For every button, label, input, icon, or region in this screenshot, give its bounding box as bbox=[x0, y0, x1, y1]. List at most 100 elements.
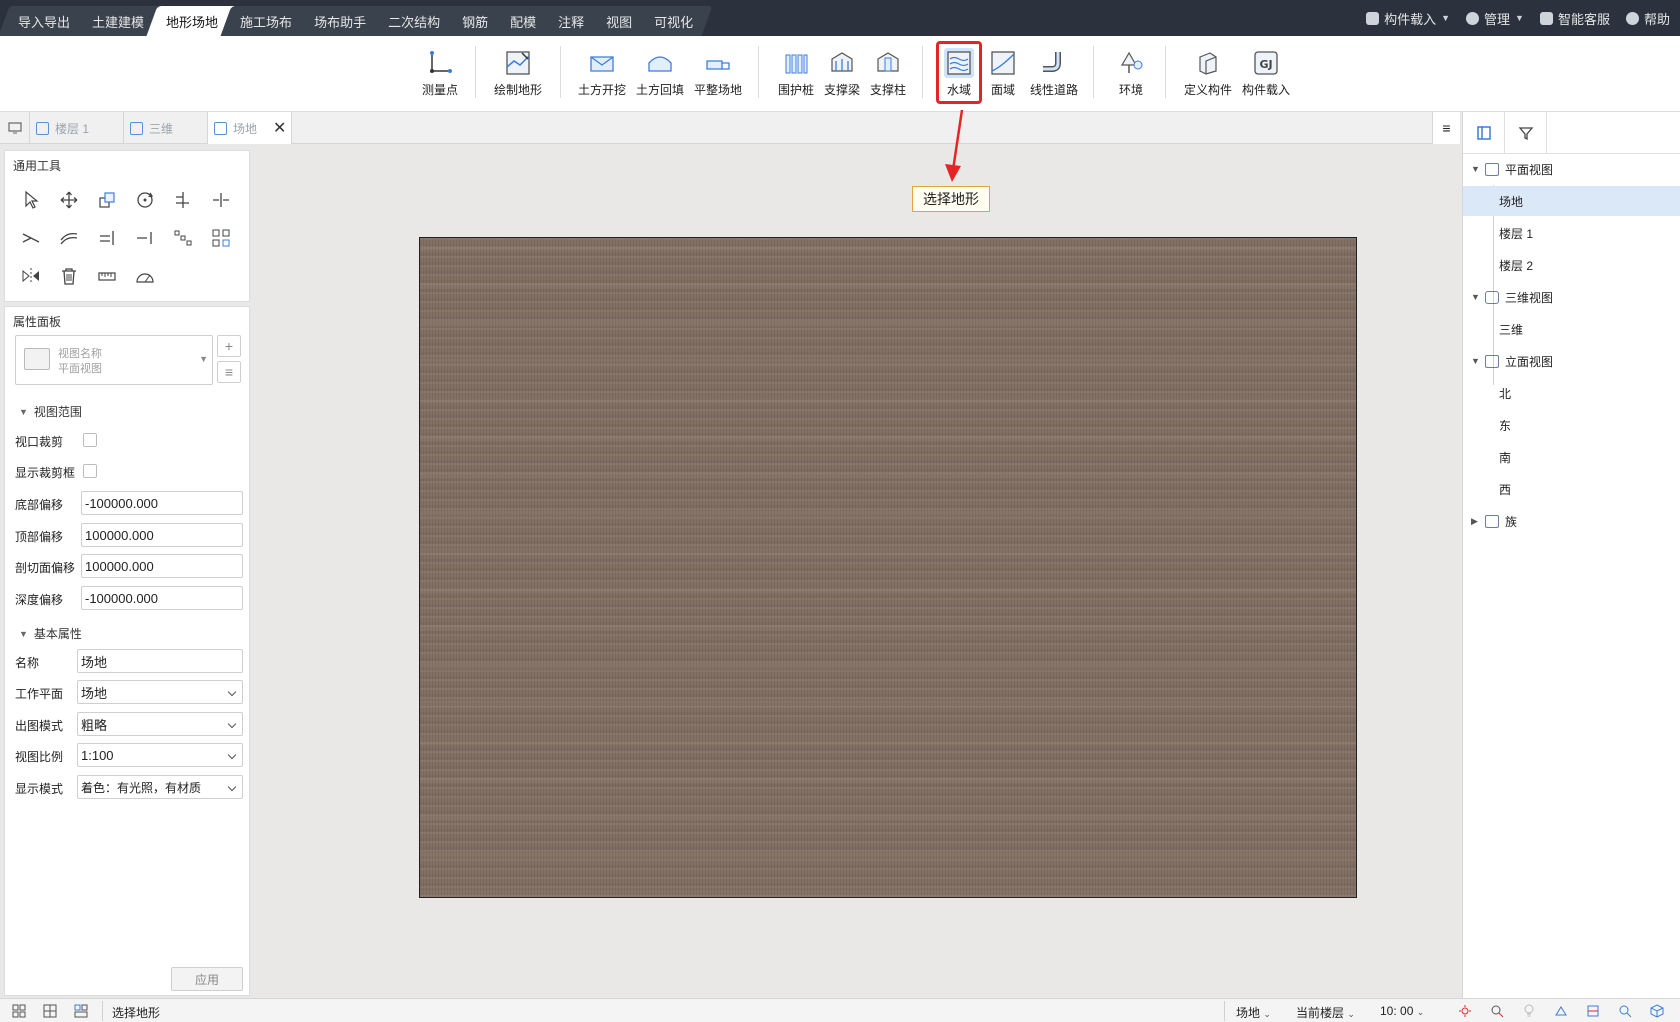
tree-east[interactable]: 东 bbox=[1463, 410, 1680, 440]
manage-menu[interactable]: 管理 ▼ bbox=[1466, 9, 1524, 28]
define-component-icon bbox=[1193, 48, 1223, 78]
tree-families[interactable]: ▶ 族 bbox=[1463, 506, 1680, 536]
move-tool[interactable] bbox=[57, 188, 81, 212]
tab-list-menu-button[interactable]: ≡ bbox=[1432, 112, 1460, 144]
layout-icon[interactable] bbox=[74, 1004, 88, 1018]
mirror-tool[interactable] bbox=[19, 264, 43, 288]
trim-tool[interactable] bbox=[19, 226, 43, 250]
view-settings-button[interactable]: ≡ bbox=[217, 361, 241, 383]
linear-road-button[interactable]: 线性道路 bbox=[1025, 48, 1083, 98]
load-component-button[interactable]: GJ 构件载入 bbox=[1237, 48, 1295, 98]
measure-point-button[interactable]: 测量点 bbox=[411, 48, 469, 98]
earth-excavation-button[interactable]: 土方开挖 bbox=[573, 48, 631, 98]
surface-area-button[interactable]: 面域 bbox=[974, 48, 1032, 98]
environment-button[interactable]: 环境 bbox=[1102, 48, 1160, 98]
section-box-icon[interactable] bbox=[1586, 1004, 1600, 1018]
terrain-surface[interactable] bbox=[419, 237, 1357, 898]
pin-panel-button[interactable] bbox=[0, 112, 30, 144]
apply-button[interactable]: 应用 bbox=[171, 967, 243, 991]
extend-tool[interactable] bbox=[95, 226, 119, 250]
menu-tab-label: 视图 bbox=[606, 14, 633, 30]
menu-tab-civil-modeling[interactable]: 土建建模 bbox=[78, 6, 158, 36]
rotate-tool[interactable] bbox=[133, 188, 157, 212]
help-button[interactable]: 帮助 bbox=[1625, 9, 1670, 28]
tree-west[interactable]: 西 bbox=[1463, 474, 1680, 504]
offset-tool[interactable] bbox=[57, 226, 81, 250]
close-icon[interactable]: ✕ bbox=[273, 118, 286, 138]
tree-3d[interactable]: 三维 bbox=[1463, 314, 1680, 344]
load-component-menu[interactable]: 构件载入 ▼ bbox=[1366, 9, 1450, 28]
site-selector[interactable]: 场地 ⌄ bbox=[1236, 1004, 1271, 1021]
select-tool[interactable] bbox=[19, 188, 43, 212]
display-mode-select[interactable]: 着色：有光照，有材质 bbox=[77, 775, 243, 799]
menu-tab-terrain-site[interactable]: 地形场地 bbox=[152, 6, 232, 36]
align-tool[interactable] bbox=[171, 188, 195, 212]
light-bulb-icon[interactable] bbox=[1522, 1004, 1536, 1018]
define-component-button[interactable]: 定义构件 bbox=[1179, 48, 1237, 98]
smart-service-button[interactable]: 智能客服 bbox=[1539, 9, 1610, 28]
tab-label: 三维 bbox=[149, 121, 174, 136]
tree-site[interactable]: 场地 bbox=[1463, 186, 1680, 216]
tree-plan-views[interactable]: ▼ 平面视图 bbox=[1463, 154, 1680, 184]
menu-tab-site-layout[interactable]: 施工场布 bbox=[226, 6, 306, 36]
level-site-button[interactable]: 平整场地 bbox=[689, 48, 747, 98]
bottom-offset-field[interactable]: -100000.000 bbox=[81, 491, 243, 515]
menu-tab-import-export[interactable]: 导入导出 bbox=[4, 6, 84, 36]
filter-tab[interactable] bbox=[1505, 112, 1547, 154]
view-cube-icon[interactable] bbox=[1650, 1004, 1664, 1018]
panel-icon bbox=[1476, 126, 1491, 140]
show-crop-box-checkbox[interactable] bbox=[83, 464, 97, 478]
earth-excavation-icon bbox=[587, 48, 617, 78]
grid-view-icon[interactable] bbox=[12, 1004, 26, 1018]
drawing-canvas[interactable]: › bbox=[254, 145, 1460, 998]
delete-tool[interactable] bbox=[57, 264, 81, 288]
tile-view-icon[interactable] bbox=[43, 1004, 57, 1018]
measure-tool[interactable] bbox=[95, 264, 119, 288]
view-type-selector[interactable]: 视图名称 平面视图 ▼ bbox=[15, 335, 213, 385]
earth-backfill-button[interactable]: 土方回填 bbox=[631, 48, 689, 98]
tab-floor-1[interactable]: 楼层 1 bbox=[30, 112, 124, 144]
tree-south[interactable]: 南 bbox=[1463, 442, 1680, 472]
menu-tab-label: 施工场布 bbox=[240, 14, 293, 30]
array-tool[interactable] bbox=[171, 226, 195, 250]
group-tool[interactable] bbox=[209, 226, 233, 250]
section-basic-properties[interactable]: ▼ 基本属性 bbox=[19, 625, 82, 642]
current-floor-selector[interactable]: 当前楼层 ⌄ bbox=[1296, 1004, 1355, 1021]
section-view-range[interactable]: ▼ 视图范围 bbox=[19, 403, 82, 420]
angle-tool[interactable] bbox=[133, 264, 157, 288]
work-plane-select[interactable]: 场地 bbox=[77, 680, 243, 704]
menu-tab-visualization[interactable]: 可视化 bbox=[640, 6, 707, 36]
cut-plane-offset-field[interactable]: 100000.000 bbox=[81, 554, 243, 578]
time-selector[interactable]: 10: 00 ⌄ bbox=[1380, 1004, 1424, 1018]
tree-floor-2[interactable]: 楼层 2 bbox=[1463, 250, 1680, 280]
name-field[interactable]: 场地 bbox=[77, 649, 243, 673]
tree-3d-views[interactable]: ▼ 三维视图 bbox=[1463, 282, 1680, 312]
break-tool[interactable] bbox=[133, 226, 157, 250]
viewport-crop-checkbox[interactable] bbox=[83, 433, 97, 447]
depth-offset-field[interactable]: -100000.000 bbox=[81, 586, 243, 610]
split-tool[interactable] bbox=[209, 188, 233, 212]
menu-tab-label: 钢筋 bbox=[462, 14, 489, 30]
output-mode-select[interactable]: 粗略 bbox=[77, 712, 243, 736]
tab-3d[interactable]: 三维 bbox=[124, 112, 208, 144]
tree-elevation-views[interactable]: ▼ 立面视图 bbox=[1463, 346, 1680, 376]
menu-tab-secondary-structure[interactable]: 二次结构 bbox=[374, 6, 454, 36]
render-icon[interactable] bbox=[1554, 1004, 1568, 1018]
tree-floor-1[interactable]: 楼层 1 bbox=[1463, 218, 1680, 248]
project-tree-tab[interactable] bbox=[1463, 112, 1505, 154]
viewport-crop-label: 视口裁剪 bbox=[15, 435, 64, 449]
add-view-button[interactable]: + bbox=[217, 335, 241, 357]
support-column-button[interactable]: 支撑柱 bbox=[859, 48, 917, 98]
tree-north[interactable]: 北 bbox=[1463, 378, 1680, 408]
view-scale-select[interactable]: 1:100 bbox=[77, 743, 243, 767]
zoom-fit-icon[interactable] bbox=[1618, 1004, 1632, 1018]
sun-icon[interactable] bbox=[1458, 1004, 1472, 1018]
shadow-icon[interactable] bbox=[1490, 1004, 1504, 1018]
top-offset-field[interactable]: 100000.000 bbox=[81, 523, 243, 547]
support-beam-icon bbox=[827, 48, 857, 78]
tab-site[interactable]: 场地 ✕ bbox=[208, 112, 292, 144]
draw-terrain-button[interactable]: 绘制地形 bbox=[489, 48, 547, 98]
copy-tool[interactable] bbox=[95, 188, 119, 212]
chevron-down-icon: ▼ bbox=[199, 354, 208, 364]
menu-tab-layout-assistant[interactable]: 场布助手 bbox=[300, 6, 380, 36]
